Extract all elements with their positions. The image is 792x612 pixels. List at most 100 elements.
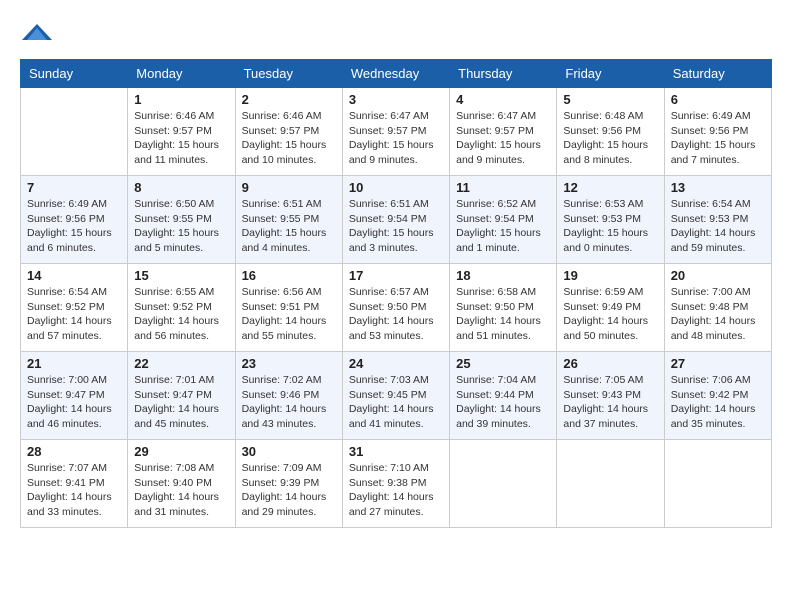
weekday-header-sunday: Sunday (21, 60, 128, 88)
calendar-week-row: 1 Sunrise: 6:46 AM Sunset: 9:57 PM Daylig… (21, 88, 772, 176)
calendar-cell: 21 Sunrise: 7:00 AM Sunset: 9:47 PM Dayli… (21, 352, 128, 440)
day-number: 3 (349, 92, 443, 107)
calendar-cell (664, 440, 771, 528)
day-info: Sunrise: 6:46 AM Sunset: 9:57 PM Dayligh… (242, 109, 336, 168)
day-number: 23 (242, 356, 336, 371)
calendar-cell: 27 Sunrise: 7:06 AM Sunset: 9:42 PM Dayli… (664, 352, 771, 440)
logo (20, 20, 52, 49)
day-info: Sunrise: 6:49 AM Sunset: 9:56 PM Dayligh… (27, 197, 121, 256)
calendar-cell: 14Sunrise: 6:54 AM Sunset: 9:52 PM Dayli… (21, 264, 128, 352)
day-info: Sunrise: 6:50 AM Sunset: 9:55 PM Dayligh… (134, 197, 228, 256)
day-number: 5 (563, 92, 657, 107)
calendar-cell: 4Sunrise: 6:47 AM Sunset: 9:57 PM Daylig… (450, 88, 557, 176)
calendar-cell: 25 Sunrise: 7:04 AM Sunset: 9:44 PM Dayli… (450, 352, 557, 440)
day-number: 17 (349, 268, 443, 283)
day-info: Sunrise: 6:51 AM Sunset: 9:54 PM Dayligh… (349, 197, 443, 256)
day-info: Sunrise: 7:00 AM Sunset: 9:47 PM Dayligh… (27, 373, 121, 432)
day-info: Sunrise: 7:01 AM Sunset: 9:47 PM Dayligh… (134, 373, 228, 432)
calendar-cell: 15 Sunrise: 6:55 AM Sunset: 9:52 PM Dayli… (128, 264, 235, 352)
calendar-cell: 7 Sunrise: 6:49 AM Sunset: 9:56 PM Daylig… (21, 176, 128, 264)
calendar-cell: 26 Sunrise: 7:05 AM Sunset: 9:43 PM Dayli… (557, 352, 664, 440)
calendar-cell: 28Sunrise: 7:07 AM Sunset: 9:41 PM Dayli… (21, 440, 128, 528)
day-info: Sunrise: 6:55 AM Sunset: 9:52 PM Dayligh… (134, 285, 228, 344)
day-info: Sunrise: 7:03 AM Sunset: 9:45 PM Dayligh… (349, 373, 443, 432)
weekday-header-wednesday: Wednesday (342, 60, 449, 88)
day-number: 7 (27, 180, 121, 195)
calendar-cell: 31Sunrise: 7:10 AM Sunset: 9:38 PM Dayli… (342, 440, 449, 528)
logo-icon (22, 20, 52, 44)
day-number: 10 (349, 180, 443, 195)
day-number: 14 (27, 268, 121, 283)
day-number: 8 (134, 180, 228, 195)
calendar-cell: 5 Sunrise: 6:48 AM Sunset: 9:56 PM Daylig… (557, 88, 664, 176)
day-info: Sunrise: 7:04 AM Sunset: 9:44 PM Dayligh… (456, 373, 550, 432)
calendar-cell (21, 88, 128, 176)
day-info: Sunrise: 6:56 AM Sunset: 9:51 PM Dayligh… (242, 285, 336, 344)
day-info: Sunrise: 7:06 AM Sunset: 9:42 PM Dayligh… (671, 373, 765, 432)
day-info: Sunrise: 6:57 AM Sunset: 9:50 PM Dayligh… (349, 285, 443, 344)
day-info: Sunrise: 6:52 AM Sunset: 9:54 PM Dayligh… (456, 197, 550, 256)
day-number: 21 (27, 356, 121, 371)
day-number: 19 (563, 268, 657, 283)
day-number: 1 (134, 92, 228, 107)
weekday-header-thursday: Thursday (450, 60, 557, 88)
calendar-cell: 20 Sunrise: 7:00 AM Sunset: 9:48 PM Dayli… (664, 264, 771, 352)
day-info: Sunrise: 6:51 AM Sunset: 9:55 PM Dayligh… (242, 197, 336, 256)
calendar-week-row: 14Sunrise: 6:54 AM Sunset: 9:52 PM Dayli… (21, 264, 772, 352)
day-info: Sunrise: 6:47 AM Sunset: 9:57 PM Dayligh… (456, 109, 550, 168)
calendar-cell: 8 Sunrise: 6:50 AM Sunset: 9:55 PM Daylig… (128, 176, 235, 264)
day-info: Sunrise: 6:49 AM Sunset: 9:56 PM Dayligh… (671, 109, 765, 168)
weekday-header-tuesday: Tuesday (235, 60, 342, 88)
day-info: Sunrise: 7:10 AM Sunset: 9:38 PM Dayligh… (349, 461, 443, 520)
day-number: 20 (671, 268, 765, 283)
calendar-cell: 11 Sunrise: 6:52 AM Sunset: 9:54 PM Dayli… (450, 176, 557, 264)
day-number: 27 (671, 356, 765, 371)
calendar-week-row: 21 Sunrise: 7:00 AM Sunset: 9:47 PM Dayli… (21, 352, 772, 440)
day-number: 28 (27, 444, 121, 459)
day-number: 18 (456, 268, 550, 283)
weekday-header-saturday: Saturday (664, 60, 771, 88)
calendar-cell: 19 Sunrise: 6:59 AM Sunset: 9:49 PM Dayli… (557, 264, 664, 352)
calendar-cell: 16 Sunrise: 6:56 AM Sunset: 9:51 PM Dayli… (235, 264, 342, 352)
calendar-cell: 1 Sunrise: 6:46 AM Sunset: 9:57 PM Daylig… (128, 88, 235, 176)
day-info: Sunrise: 6:46 AM Sunset: 9:57 PM Dayligh… (134, 109, 228, 168)
calendar-cell: 23Sunrise: 7:02 AM Sunset: 9:46 PM Dayli… (235, 352, 342, 440)
day-info: Sunrise: 6:53 AM Sunset: 9:53 PM Dayligh… (563, 197, 657, 256)
calendar-week-row: 28Sunrise: 7:07 AM Sunset: 9:41 PM Dayli… (21, 440, 772, 528)
day-number: 26 (563, 356, 657, 371)
day-number: 12 (563, 180, 657, 195)
calendar-cell: 29Sunrise: 7:08 AM Sunset: 9:40 PM Dayli… (128, 440, 235, 528)
day-info: Sunrise: 6:54 AM Sunset: 9:53 PM Dayligh… (671, 197, 765, 256)
calendar-cell: 10 Sunrise: 6:51 AM Sunset: 9:54 PM Dayli… (342, 176, 449, 264)
day-number: 15 (134, 268, 228, 283)
weekday-header-monday: Monday (128, 60, 235, 88)
day-info: Sunrise: 7:09 AM Sunset: 9:39 PM Dayligh… (242, 461, 336, 520)
weekday-header-row: SundayMondayTuesdayWednesdayThursdayFrid… (21, 60, 772, 88)
day-info: Sunrise: 7:00 AM Sunset: 9:48 PM Dayligh… (671, 285, 765, 344)
calendar-cell: 17 Sunrise: 6:57 AM Sunset: 9:50 PM Dayli… (342, 264, 449, 352)
day-number: 13 (671, 180, 765, 195)
calendar-cell: 24 Sunrise: 7:03 AM Sunset: 9:45 PM Dayli… (342, 352, 449, 440)
calendar-cell: 30 Sunrise: 7:09 AM Sunset: 9:39 PM Dayli… (235, 440, 342, 528)
day-info: Sunrise: 7:05 AM Sunset: 9:43 PM Dayligh… (563, 373, 657, 432)
calendar-cell: 12 Sunrise: 6:53 AM Sunset: 9:53 PM Dayli… (557, 176, 664, 264)
day-number: 30 (242, 444, 336, 459)
day-number: 6 (671, 92, 765, 107)
day-number: 29 (134, 444, 228, 459)
day-info: Sunrise: 6:48 AM Sunset: 9:56 PM Dayligh… (563, 109, 657, 168)
day-number: 2 (242, 92, 336, 107)
calendar-cell: 2 Sunrise: 6:46 AM Sunset: 9:57 PM Daylig… (235, 88, 342, 176)
day-number: 25 (456, 356, 550, 371)
calendar-cell (450, 440, 557, 528)
calendar-cell: 3 Sunrise: 6:47 AM Sunset: 9:57 PM Daylig… (342, 88, 449, 176)
calendar-table: SundayMondayTuesdayWednesdayThursdayFrid… (20, 59, 772, 528)
day-info: Sunrise: 6:47 AM Sunset: 9:57 PM Dayligh… (349, 109, 443, 168)
day-number: 24 (349, 356, 443, 371)
day-number: 9 (242, 180, 336, 195)
calendar-cell: 18Sunrise: 6:58 AM Sunset: 9:50 PM Dayli… (450, 264, 557, 352)
day-number: 11 (456, 180, 550, 195)
calendar-cell: 22Sunrise: 7:01 AM Sunset: 9:47 PM Dayli… (128, 352, 235, 440)
day-info: Sunrise: 6:59 AM Sunset: 9:49 PM Dayligh… (563, 285, 657, 344)
calendar-cell (557, 440, 664, 528)
day-number: 16 (242, 268, 336, 283)
